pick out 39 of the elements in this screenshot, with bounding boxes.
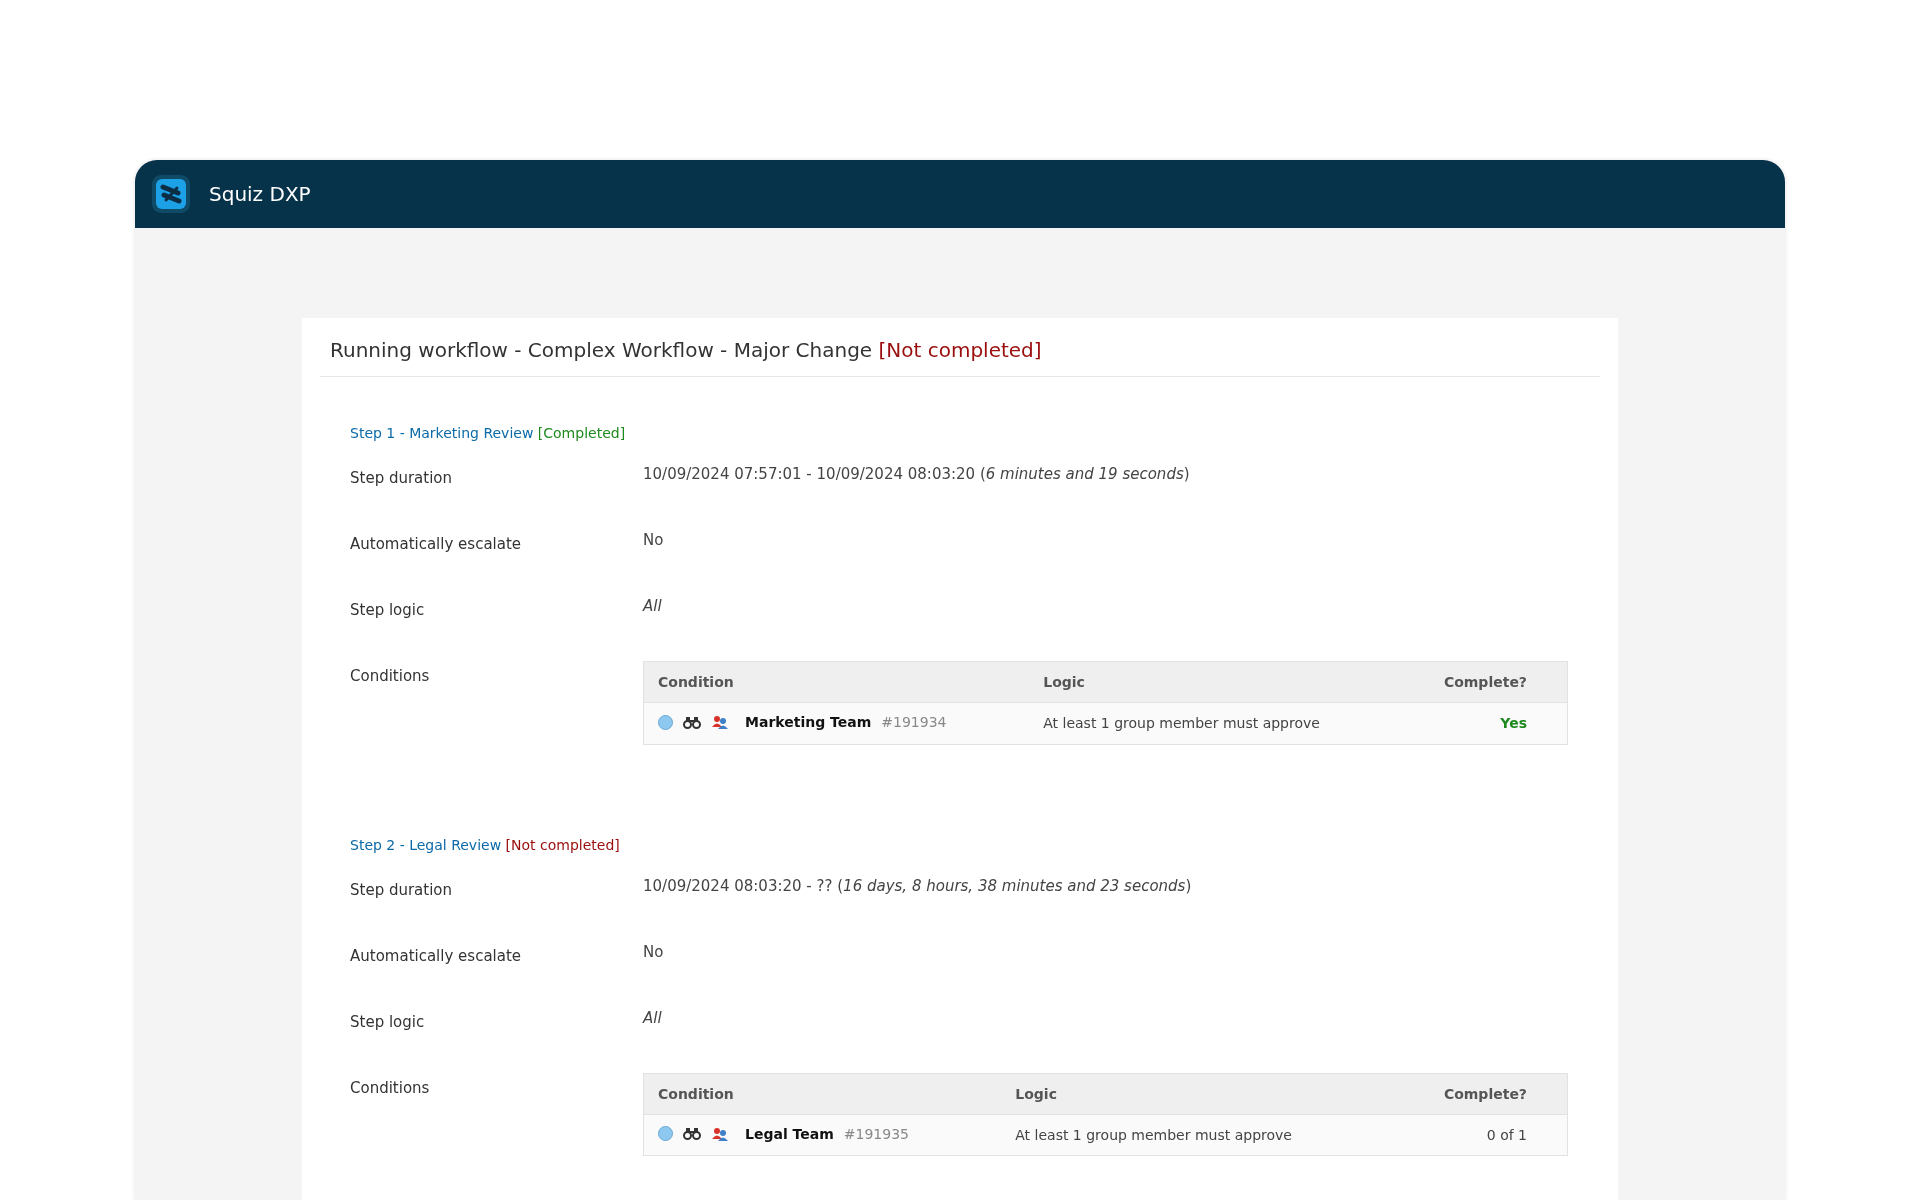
- field-value: 10/09/2024 07:57:01 - 10/09/2024 08:03:20 (6 minutes and 19 seconds): [643, 464, 1190, 483]
- app-title: Squiz DXP: [209, 182, 311, 206]
- table-cell: At least 1 group member must approve: [1001, 1114, 1392, 1156]
- users-icon: [711, 1126, 729, 1141]
- field-label: Automatically escalate: [350, 534, 523, 553]
- binoculars-icon: [683, 1127, 701, 1140]
- field-value: All: [643, 1007, 662, 1027]
- column-header: Logic: [1029, 661, 1400, 703]
- field-label: Step duration: [350, 468, 454, 487]
- column-header: Logic: [1001, 1073, 1392, 1114]
- logo-icon: [151, 174, 191, 214]
- field-label: Step logic: [350, 1011, 426, 1031]
- field-label: Conditions: [350, 1077, 431, 1097]
- table-cell: 0 of 1: [1391, 1114, 1568, 1156]
- step-heading: Step 2 - Legal Review [Not completed]: [350, 836, 621, 853]
- table-cell: Yes: [1400, 702, 1568, 744]
- column-header: Complete?: [1391, 1073, 1568, 1114]
- status-dot-icon: [658, 1126, 673, 1141]
- workflow-title: Running workflow - Complex Workflow - Major Change [Not completed]: [320, 318, 1600, 377]
- column-header: Condition: [643, 661, 1030, 703]
- field-label: Step duration: [350, 879, 454, 899]
- field-label: Automatically escalate: [350, 945, 523, 965]
- group-id: #191935: [843, 1125, 909, 1142]
- group-name: Legal Team: [745, 1125, 834, 1142]
- field-value: No: [643, 530, 664, 549]
- status-dot-icon: [658, 714, 673, 730]
- field-label: Step logic: [350, 600, 426, 619]
- field-value: 10/09/2024 08:03:20 - ?? (16 days, 8 hours, 38 minutes and 23 seconds): [643, 875, 1192, 895]
- binoculars-icon: [683, 715, 701, 729]
- users-icon: [711, 715, 729, 729]
- table-cell: At least 1 group member must approve: [1029, 702, 1400, 744]
- field-value: No: [643, 941, 664, 961]
- column-header: Complete?: [1400, 661, 1568, 703]
- field-label: Conditions: [350, 666, 431, 685]
- group-name: Marketing Team: [745, 714, 872, 730]
- group-id: #191934: [881, 714, 947, 730]
- step-heading: Step 1 - Marketing Review [Completed]: [350, 425, 627, 441]
- column-header: Condition: [643, 1073, 1002, 1114]
- field-value: All: [643, 596, 662, 615]
